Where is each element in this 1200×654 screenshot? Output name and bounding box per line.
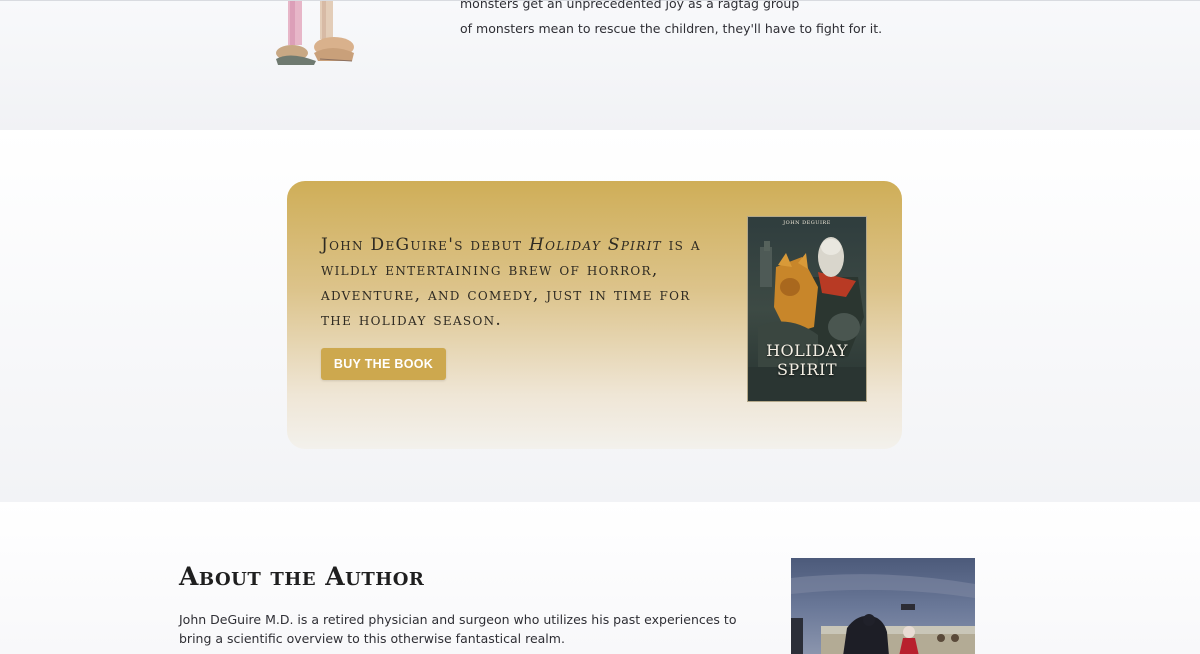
promo-card: John DeGuire's debut Holiday Spirit is a… — [287, 181, 902, 449]
promo-book-title: Holiday Spirit — [528, 235, 662, 255]
story-text: monsters get an unprecedented joy as a r… — [460, 0, 980, 41]
book-promo-section: John DeGuire's debut Holiday Spirit is a… — [0, 130, 1200, 502]
author-photo — [791, 558, 975, 654]
promo-tagline: John DeGuire's debut Holiday Spirit is a… — [321, 233, 721, 333]
book-cover-title-line-2: SPIRIT — [776, 360, 838, 379]
book-cover-title-line-1: HOLIDAY — [766, 341, 848, 360]
buy-the-book-button[interactable]: BUY THE BOOK — [321, 348, 446, 380]
about-author-section: About the Author John DeGuire M.D. is a … — [0, 502, 1200, 654]
author-photo-image — [791, 558, 975, 654]
character-illustration — [276, 1, 354, 65]
book-cover-author: JOHN DEGUIRE — [783, 220, 831, 226]
author-bio: John DeGuire M.D. is a retired physician… — [179, 612, 737, 646]
promo-text-part-1: John DeGuire's debut — [321, 235, 529, 255]
about-author-heading: About the Author — [179, 562, 425, 591]
book-cover-title: HOLIDAY SPIRIT — [748, 341, 866, 379]
story-text-line-2: of monsters mean to rescue the children,… — [460, 21, 883, 36]
book-cover-image[interactable]: JOHN DEGUIRE HOLIDAY SPIRIT — [747, 216, 867, 402]
story-text-line-1: monsters get an unprecedented joy as a r… — [460, 0, 800, 11]
story-section: monsters get an unprecedented joy as a r… — [0, 0, 1200, 130]
